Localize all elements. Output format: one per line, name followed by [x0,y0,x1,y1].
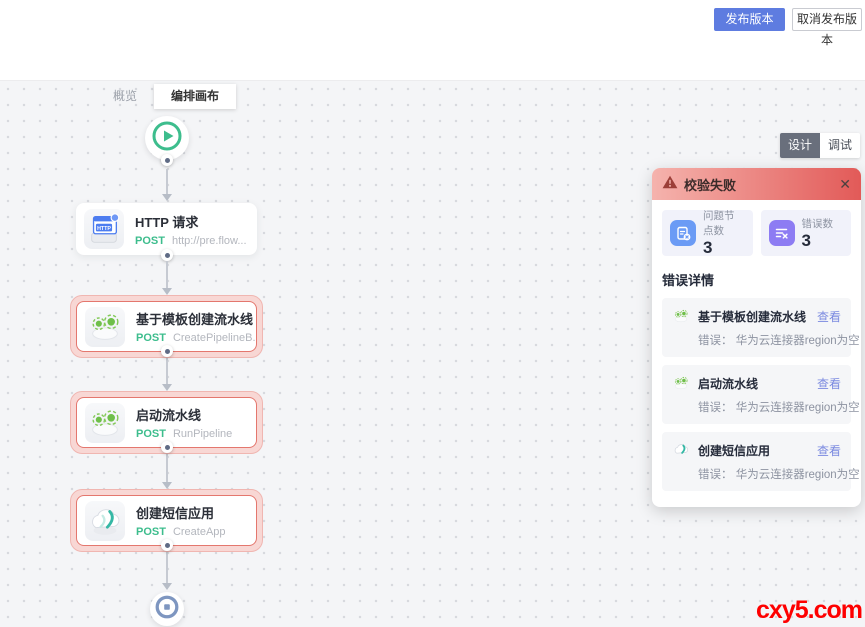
close-icon[interactable]: ✕ [839,177,851,191]
stat-error-count: 错误数 3 [761,210,852,256]
connector-dot[interactable] [161,249,173,261]
problem-nodes-icon [670,220,696,246]
stat-label: 错误数 [802,216,834,231]
node-title: 创建短信应用 [136,503,226,522]
connector-dot[interactable] [161,441,173,453]
flow-node-end[interactable] [150,592,184,626]
node-title: 启动流水线 [136,405,232,424]
flow-edge [166,454,168,482]
error-count-icon [769,220,795,246]
warning-icon [662,175,678,194]
sms-icon [672,441,690,459]
http-icon: HTTP [84,209,124,249]
play-icon [150,119,184,158]
stat-value: 3 [802,231,834,251]
stat-problem-nodes: 问题节点数 3 [662,210,753,256]
error-panel-header: 校验失败 ✕ [652,168,861,200]
error-item-message: 错误： 华为云连接器region为空 [698,466,841,482]
arrow-down-icon [162,194,172,201]
flow-edge [166,261,168,288]
flow-edge [166,358,168,384]
arrow-down-icon [162,384,172,391]
connector-dot[interactable] [161,154,173,166]
pipeline-icon [85,307,125,347]
view-link[interactable]: 查看 [817,308,841,325]
flow-edge [166,169,168,194]
error-item-run-pipeline: 启动流水线 查看 错误： 华为云连接器region为空 [662,365,851,424]
validation-error-panel: 校验失败 ✕ 问题节点数 3 [652,168,861,507]
pipeline-icon [672,374,690,392]
mode-toggle: 设计 调试 [780,133,860,158]
pipeline-icon [85,403,125,443]
error-item-create-pipeline: 基于模板创建流水线 查看 错误： 华为云连接器region为空 [662,298,851,357]
error-item-create-sms-app: 创建短信应用 查看 错误： 华为云连接器region为空 [662,432,851,491]
design-mode-button[interactable]: 设计 [780,133,820,158]
view-link[interactable]: 查看 [817,375,841,392]
arrow-down-icon [162,482,172,489]
tab-orchestration-canvas[interactable]: 编排画布 [154,84,236,109]
node-subtitle: POSThttp://pre.flow... [135,235,247,247]
error-item-title: 启动流水线 [698,375,817,392]
error-item-title: 基于模板创建流水线 [698,308,817,325]
publish-version-button[interactable]: 发布版本 [714,8,785,31]
flow-canvas[interactable]: 概览 编排画布 设计 调试 HTTP HTT [0,81,865,627]
stop-icon [153,593,181,626]
flow-edge [166,552,168,583]
error-panel-title: 校验失败 [684,175,839,194]
sms-icon [85,501,125,541]
error-stats: 问题节点数 3 错误数 3 [662,210,851,256]
pipeline-icon [672,307,690,325]
node-subtitle: POSTCreatePipelineB... [136,332,256,344]
node-subtitle: POSTRunPipeline [136,428,232,440]
error-details-heading: 错误详情 [662,270,851,289]
svg-text:HTTP: HTTP [97,226,111,232]
connector-dot[interactable] [161,539,173,551]
connector-dot[interactable] [161,345,173,357]
cancel-publish-version-button[interactable]: 取消发布版本 [792,8,862,31]
flow-node-http-request[interactable]: HTTP HTTP 请求 POSThttp://pre.flow... [76,203,257,255]
stat-value: 3 [703,238,745,258]
tab-overview[interactable]: 概览 [96,84,154,109]
error-item-title: 创建短信应用 [698,442,817,459]
view-link[interactable]: 查看 [817,442,841,459]
debug-mode-button[interactable]: 调试 [820,133,860,158]
error-item-message: 错误： 华为云连接器region为空 [698,399,841,415]
arrow-down-icon [162,583,172,590]
watermark: cxy5.com [756,596,862,625]
canvas-tabstrip: 概览 编排画布 [96,84,236,109]
arrow-down-icon [162,288,172,295]
error-item-message: 错误： 华为云连接器region为空 [698,332,841,348]
node-title: 基于模板创建流水线 [136,309,256,328]
node-title: HTTP 请求 [135,212,247,231]
page-header: 发布版本 取消发布版本 [0,0,865,81]
node-subtitle: POSTCreateApp [136,526,226,538]
stat-label: 问题节点数 [703,208,745,238]
